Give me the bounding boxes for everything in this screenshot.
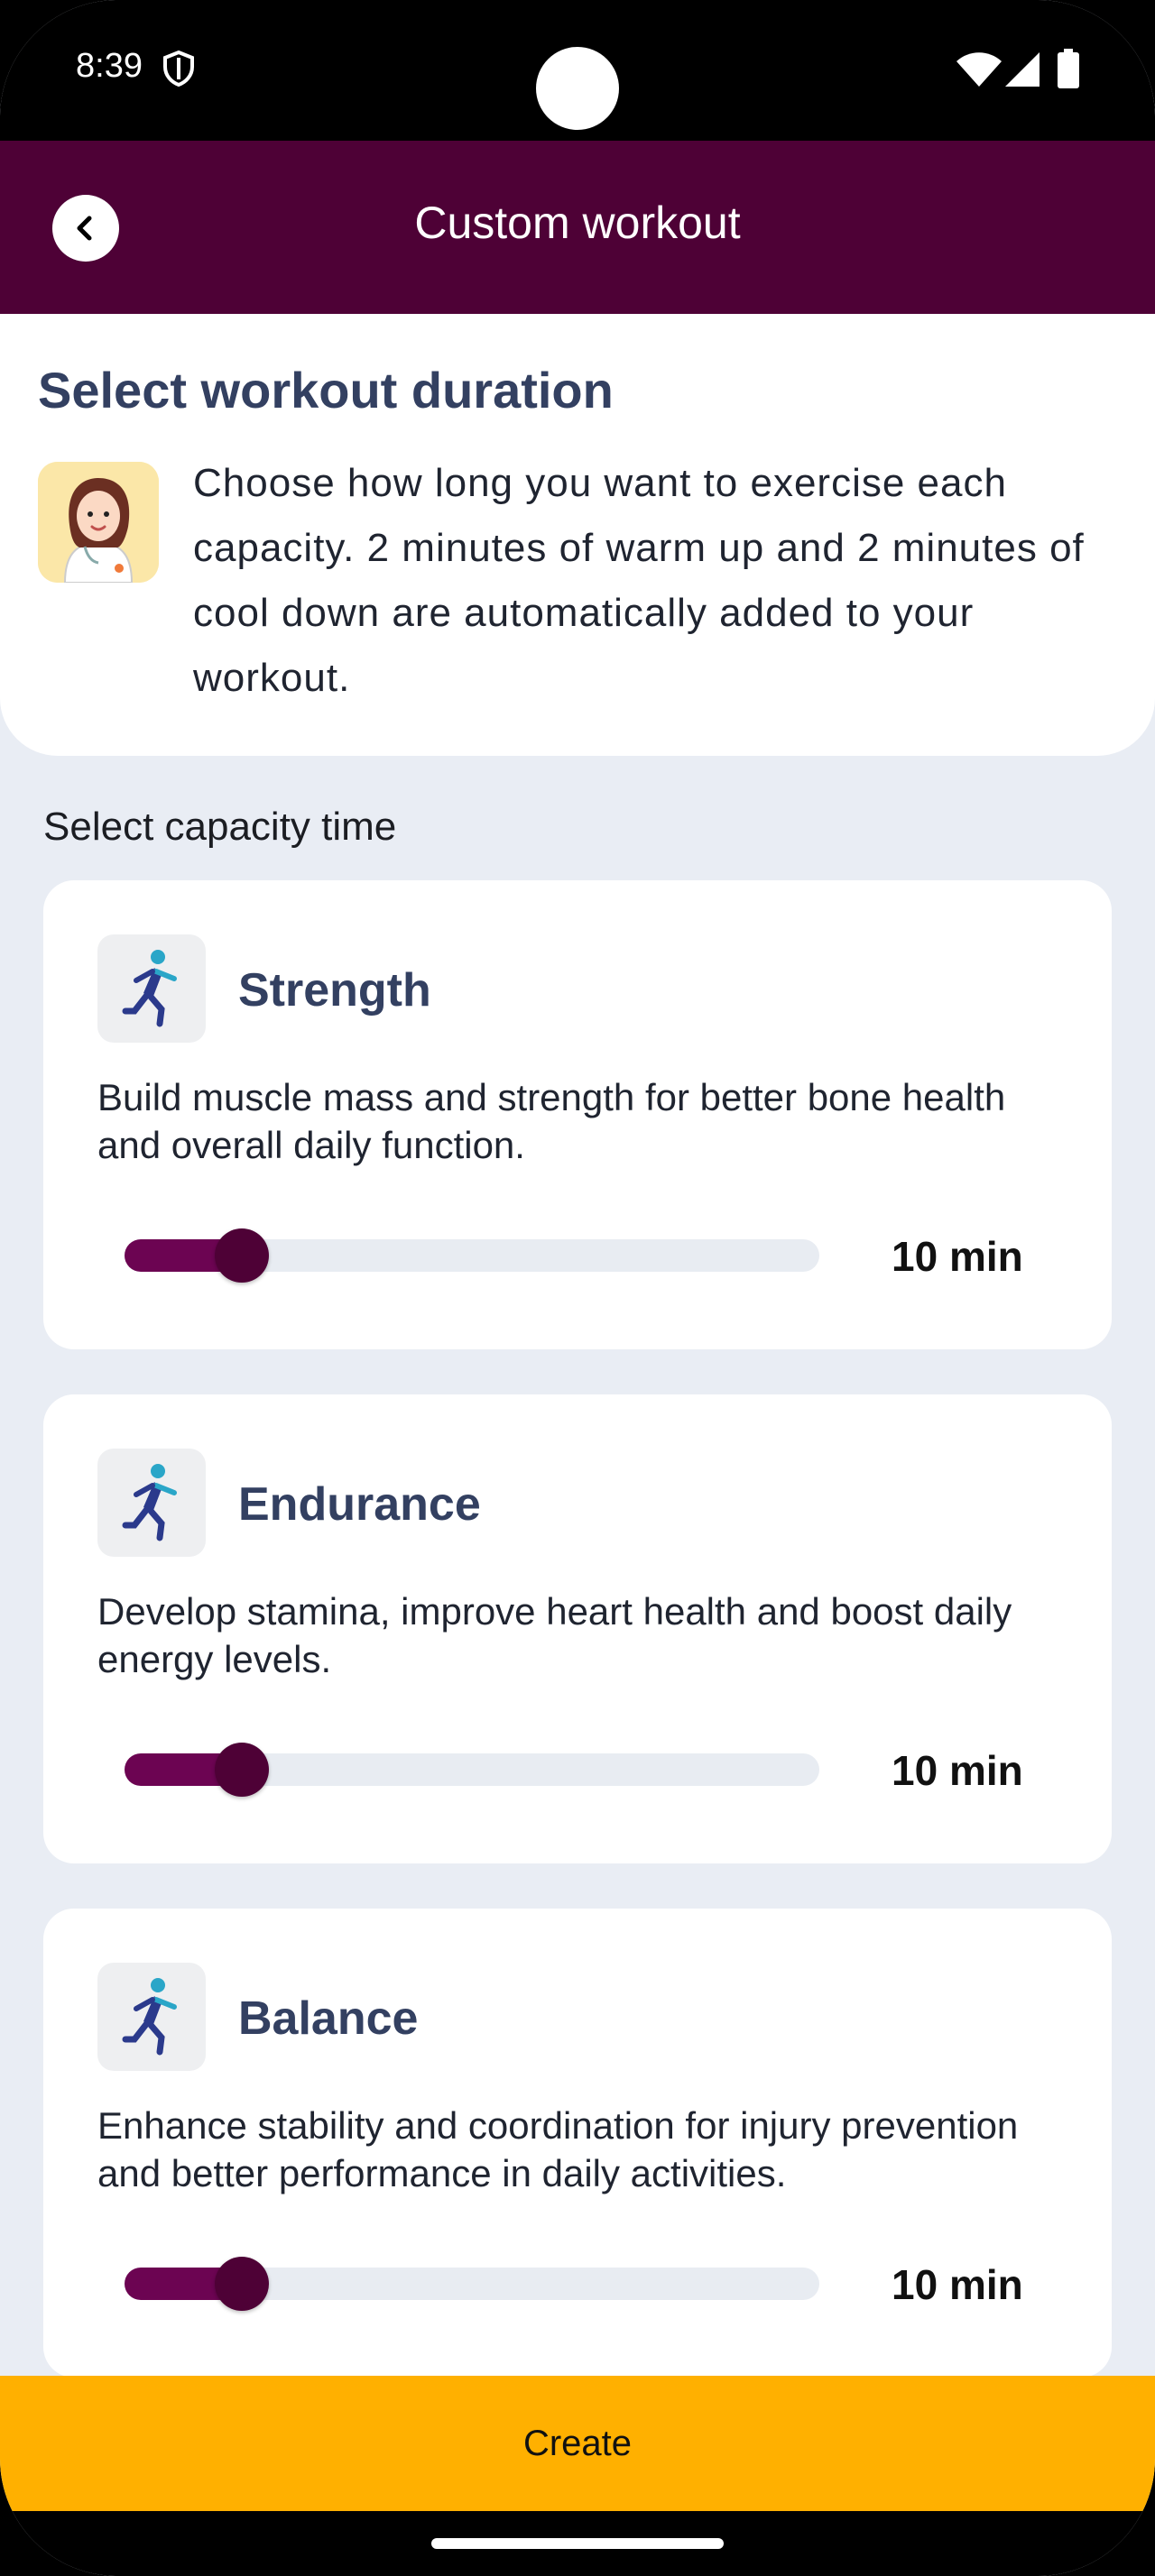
app-bar: Custom workout xyxy=(0,141,1155,314)
camera-cutout xyxy=(536,47,619,130)
capacity-card-balance: Balance Enhance stability and coordinati… xyxy=(43,1909,1112,2378)
intro-card: Select workout duration Choose how long … xyxy=(0,314,1155,756)
navigation-bar xyxy=(0,2511,1155,2576)
slider-thumb[interactable] xyxy=(215,1743,269,1797)
battery-icon xyxy=(1058,49,1079,88)
slider-thumb[interactable] xyxy=(215,2257,269,2311)
capacity-card-endurance: Endurance Develop stamina, improve heart… xyxy=(43,1394,1112,1863)
capacity-description: Develop stamina, improve heart health an… xyxy=(97,1590,1012,1680)
status-bar: 8:39 xyxy=(0,0,1155,141)
intro-description: Choose how long you want to exercise eac… xyxy=(193,461,1085,700)
create-button[interactable]: Create xyxy=(0,2376,1155,2511)
doctor-avatar xyxy=(38,462,159,583)
capacity-name: Endurance xyxy=(238,1478,481,1531)
capacity-name: Strength xyxy=(238,964,431,1017)
duration-value: 10 min xyxy=(892,1747,1023,1794)
running-person-icon xyxy=(97,934,206,1043)
home-indicator[interactable] xyxy=(431,2538,724,2549)
page-title: Custom workout xyxy=(414,198,741,248)
capacity-description: Enhance stability and coordination for i… xyxy=(97,2104,1019,2194)
running-person-icon xyxy=(97,1449,206,1557)
signal-icon xyxy=(1005,52,1040,87)
status-time: 8:39 xyxy=(76,47,143,85)
capacity-section-label: Select capacity time xyxy=(43,805,397,849)
duration-value: 10 min xyxy=(892,1233,1023,1280)
running-person-icon xyxy=(97,1963,206,2071)
duration-slider[interactable] xyxy=(125,1228,819,1283)
capacity-name: Balance xyxy=(238,1992,419,2045)
wifi-icon xyxy=(956,52,1002,87)
phone-screen: 8:39 Custom workout Select workout durat… xyxy=(0,0,1155,2576)
section-title: Select workout duration xyxy=(38,362,614,419)
duration-slider[interactable] xyxy=(125,1743,819,1797)
duration-value: 10 min xyxy=(892,2261,1023,2308)
capacity-card-strength: Strength Build muscle mass and strength … xyxy=(43,880,1112,1349)
duration-slider[interactable] xyxy=(125,2257,819,2311)
capacity-description: Build muscle mass and strength for bette… xyxy=(97,1076,1006,1166)
slider-thumb[interactable] xyxy=(215,1228,269,1283)
shield-icon xyxy=(163,51,194,87)
